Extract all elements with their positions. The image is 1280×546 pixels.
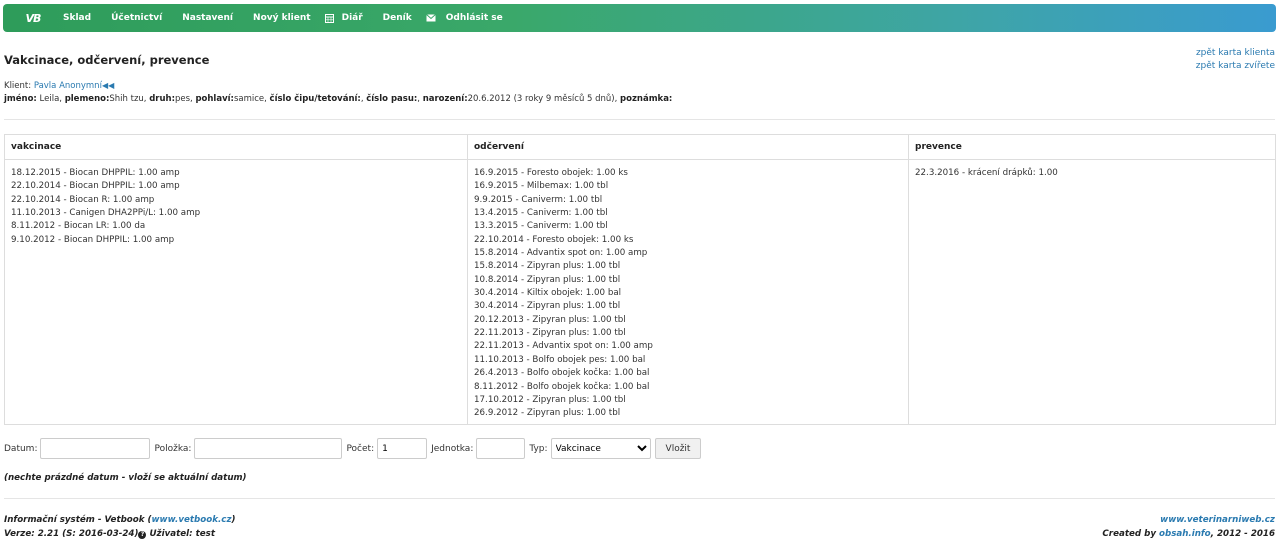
count-label: Počet: [346,443,375,454]
vakcinace-cell: 18.12.2015 - Biocan DHPPIL: 1.00 amp 22.… [4,159,468,425]
list-item: 22.11.2013 - Zipyran plus: 1.00 tbl [474,328,626,339]
pet-passport: , [417,94,420,104]
item-input[interactable] [194,438,343,459]
pet-passport-label: číslo pasu: [366,94,418,104]
footer-years: , 2012 - 2016 [1210,528,1275,539]
nav-item-diar[interactable]: Diář [338,4,373,32]
list-item: 30.4.2014 - Zipyran plus: 1.00 tbl [474,301,621,312]
pet-sex-label: pohlaví: [195,94,234,104]
vetbook-logo[interactable]: VB [13,12,53,25]
list-item: 22.10.2014 - Biocan DHPPIL: 1.00 amp [11,181,180,192]
list-item: 15.8.2014 - Advantix spot on: 1.00 amp [474,248,648,259]
pet-species: pes, [174,94,193,104]
footer-system-text: Informační systém - Vetbook ( [4,515,152,525]
entry-form: Datum: Položka: Počet: Jednotka: Typ: Va… [4,438,702,459]
list-item: 17.10.2012 - Zipyran plus: 1.00 tbl [474,394,626,405]
list-item: 22.10.2014 - Foresto obojek: 1.00 ks [474,234,634,245]
top-navbar: VB Sklad Účetnictví Nastavení Nový klien… [3,4,1276,32]
obsah-link[interactable]: obsah.info [1159,529,1211,539]
client-name-link[interactable]: Pavla Anonymní [34,81,102,91]
list-item: 10.8.2014 - Zipyran plus: 1.00 tbl [474,274,621,285]
list-item: 13.4.2015 - Caniverm: 1.00 tbl [474,208,608,219]
form-hint: (nechte prázdné datum - vloží se aktuáln… [4,473,247,483]
pet-name: Leila, [39,94,62,104]
footer-left: Informační systém - Vetbook (www.vetbook… [4,514,235,541]
list-item: 20.12.2013 - Zipyran plus: 1.00 tbl [474,314,626,325]
pet-chip-label: číslo čipu/tetování: [269,94,361,104]
pet-chip: , [360,94,364,104]
item-label: Položka: [154,443,192,454]
date-label: Datum: [4,443,38,454]
list-item: 9.9.2015 - Caniverm: 1.00 tbl [474,194,603,205]
list-item: 11.10.2013 - Canigen DHA2PPi/L: 1.00 amp [11,208,201,219]
type-label: Typ: [529,443,548,454]
footer-version: Verze: 2.21 (S: 2016-03-24) [4,528,139,539]
records-table: vakcinace odčervení prevence 18.12.2015 … [4,134,1276,425]
page-title: Vakcinace, odčervení, prevence [4,53,210,67]
footer-divider [4,498,1275,499]
back-to-client-link[interactable]: zpět karta klienta [1196,48,1275,58]
list-item: 18.12.2015 - Biocan DHPPIL: 1.00 amp [11,168,180,178]
table-row: 18.12.2015 - Biocan DHPPIL: 1.00 amp 22.… [4,159,1276,425]
veterinarniweb-link[interactable]: www.veterinarniweb.cz [1160,515,1275,525]
pet-species-label: druh: [149,94,175,104]
pet-birth-label: narození: [422,94,468,104]
prevence-cell: 22.3.2016 - krácení drápků: 1.00 [908,159,1276,425]
list-item: 22.11.2013 - Advantix spot on: 1.00 amp [474,341,653,352]
back-links: zpět karta klienta zpět karta zvířete [1196,47,1275,73]
list-item: 30.4.2014 - Kiltix obojek: 1.00 bal [474,288,622,299]
footer-system-suffix: ) [231,515,236,525]
nav-item-nastaveni[interactable]: Nastavení [172,4,243,32]
list-item: 22.10.2014 - Biocan R: 1.00 amp [11,194,155,205]
type-select[interactable]: Vakcinace [550,438,651,459]
unit-label: Jednotka: [431,443,474,454]
count-input[interactable] [377,438,428,459]
vetbook-link[interactable]: www.vetbook.cz [152,515,232,525]
pet-info: jméno: Leila, plemeno:Shih tzu, druh:pes… [4,94,672,104]
nav-item-sklad[interactable]: Sklad [53,4,101,32]
list-item: 16.9.2015 - Milbemax: 1.00 tbl [474,181,609,192]
header-odcerveni: odčervení [467,134,909,160]
pet-note-label: poznámka: [620,94,673,104]
nav-item-logout[interactable]: Odhlásit se [440,4,513,32]
list-item: 11.10.2013 - Bolfo obojek pes: 1.00 bal [474,354,646,365]
header-vakcinace: vakcinace [4,134,468,160]
date-input[interactable] [40,438,151,459]
rewind-icon[interactable]: ◀◀ [102,81,114,90]
list-item: 22.3.2016 - krácení drápků: 1.00 [915,168,1058,178]
list-item: 26.4.2013 - Bolfo obojek kočka: 1.00 bal [474,368,650,379]
divider [4,119,1275,120]
client-line: Klient: Pavla Anonymní◀◀ [4,81,114,91]
client-label: Klient: [4,81,32,91]
list-item: 15.8.2014 - Zipyran plus: 1.00 tbl [474,261,621,272]
pet-breed: Shih tzu, [109,94,147,104]
back-to-pet-link[interactable]: zpět karta zvířete [1196,61,1275,71]
pet-birth: 20.6.2012 (3 roky 9 měsíců 5 dnů), [467,94,618,104]
list-item: 13.3.2015 - Caniverm: 1.00 tbl [474,221,608,232]
calendar-icon[interactable] [321,4,338,32]
list-item: 8.11.2012 - Biocan LR: 1.00 da [11,221,146,232]
list-item: 26.9.2012 - Zipyran plus: 1.00 tbl [474,408,621,419]
envelope-icon[interactable] [422,4,440,32]
list-item: 16.9.2015 - Foresto obojek: 1.00 ks [474,168,628,178]
list-item: 9.10.2012 - Biocan DHPPIL: 1.00 amp [11,234,175,245]
odcerveni-cell: 16.9.2015 - Foresto obojek: 1.00 ks 16.9… [467,159,909,425]
pet-name-label: jméno: [4,94,37,104]
footer-right: www.veterinarniweb.cz Created by obsah.i… [1102,514,1275,541]
pet-sex: samice, [233,94,267,104]
submit-button[interactable]: Vložit [654,438,702,459]
nav-item-denik[interactable]: Deník [373,4,422,32]
list-item: 8.11.2012 - Bolfo obojek kočka: 1.00 bal [474,381,650,392]
unit-input[interactable] [476,438,526,459]
header-prevence: prevence [908,134,1276,160]
nav-item-ucetnictvi[interactable]: Účetnictví [101,4,172,32]
table-header-row: vakcinace odčervení prevence [4,134,1276,160]
nav-item-novy-klient[interactable]: Nový klient [243,4,321,32]
pet-breed-label: plemeno: [64,94,110,104]
footer-created-by: Created by [1102,528,1160,539]
footer-user: Uživatel: test [146,528,215,539]
